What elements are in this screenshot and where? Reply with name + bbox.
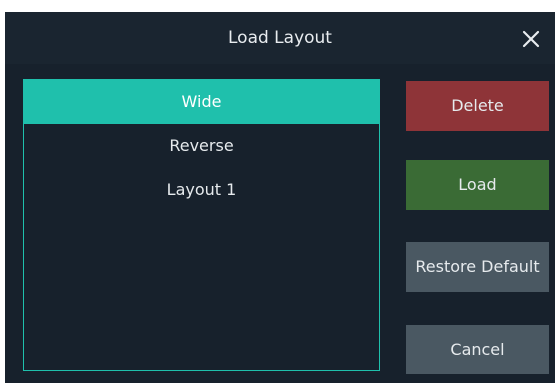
- delete-button[interactable]: Delete: [406, 81, 549, 131]
- load-layout-dialog: Load Layout Wide Reverse Layout 1 Delete…: [5, 12, 555, 383]
- list-item-wide[interactable]: Wide: [24, 80, 379, 124]
- title-bar: Load Layout: [5, 12, 555, 64]
- cancel-button[interactable]: Cancel: [406, 325, 549, 374]
- list-item-layout-1[interactable]: Layout 1: [24, 168, 379, 212]
- load-button[interactable]: Load: [406, 160, 549, 210]
- restore-default-button[interactable]: Restore Default: [406, 242, 549, 292]
- close-icon[interactable]: [515, 23, 547, 55]
- layout-list[interactable]: Wide Reverse Layout 1: [23, 79, 380, 371]
- dialog-title: Load Layout: [228, 28, 332, 48]
- list-item-reverse[interactable]: Reverse: [24, 124, 379, 168]
